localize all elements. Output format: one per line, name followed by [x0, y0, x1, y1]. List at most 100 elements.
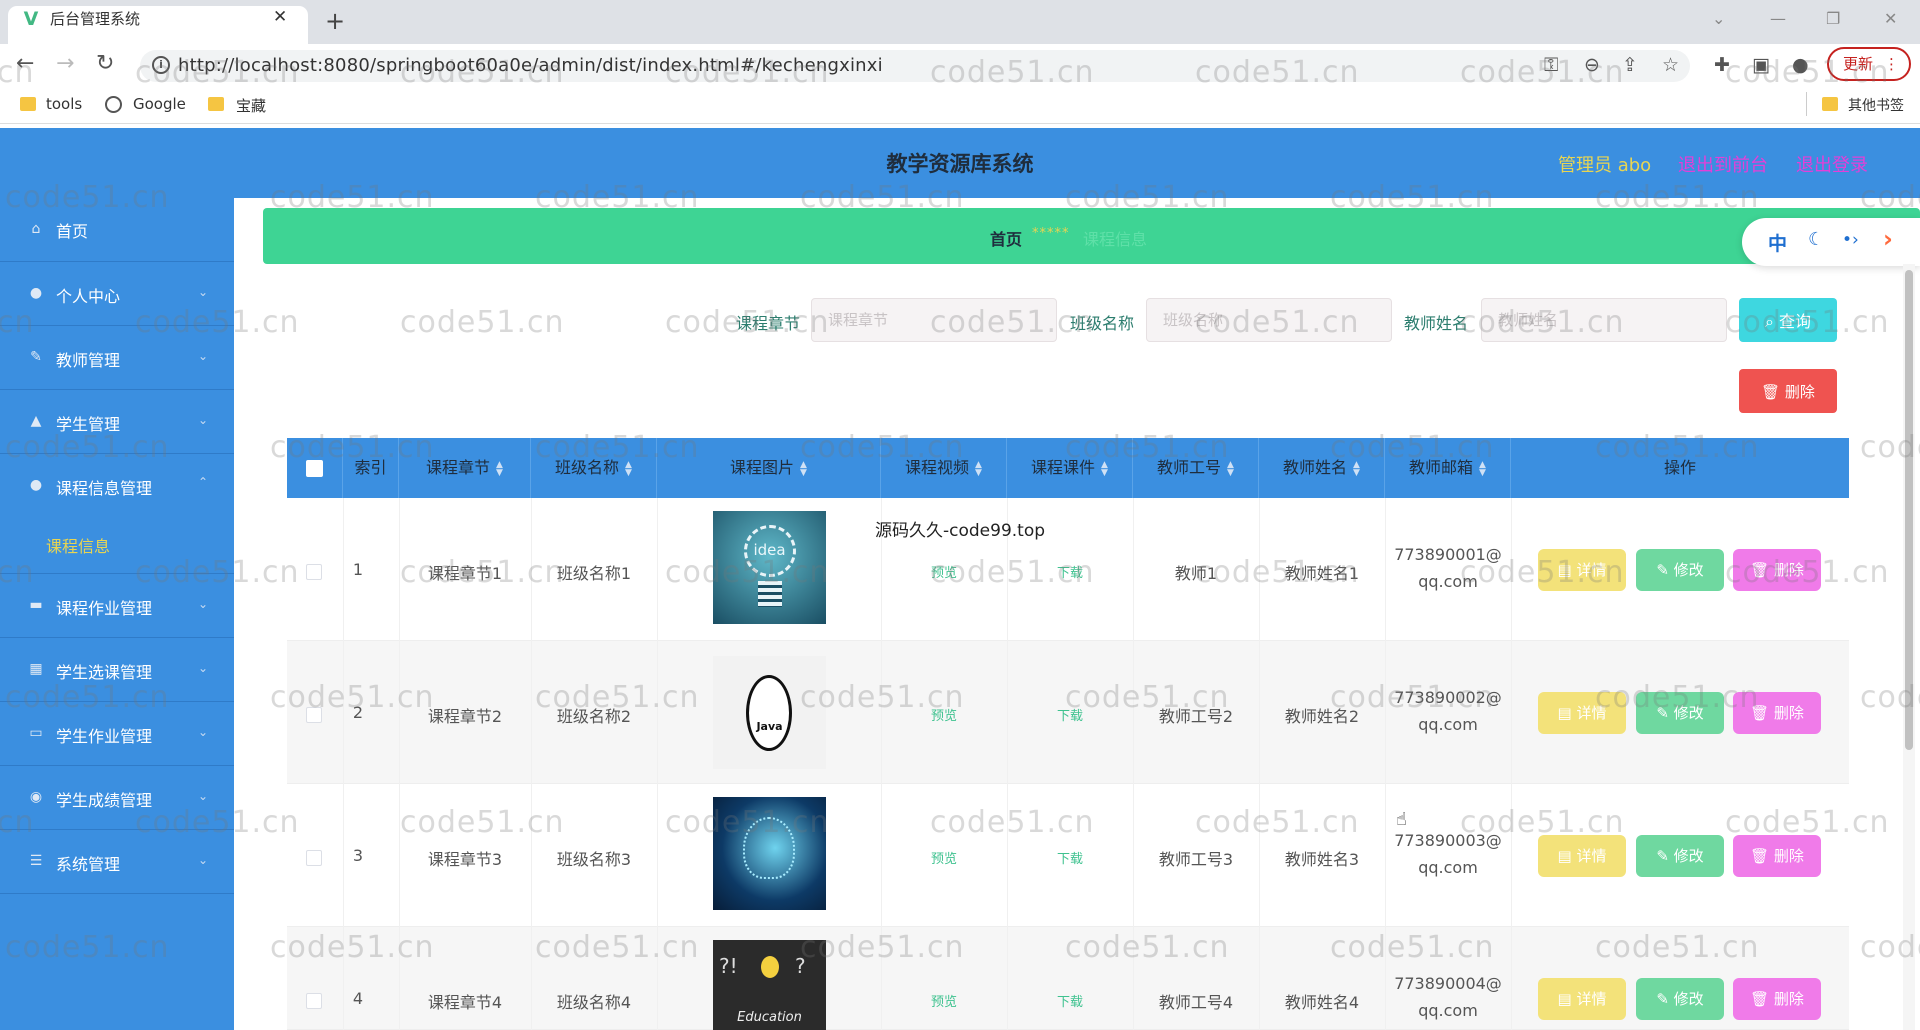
extensions-icon[interactable]: ✚: [1714, 54, 1730, 76]
teacher-search-input[interactable]: [1481, 298, 1727, 342]
close-tab-icon[interactable]: ✕: [273, 7, 287, 27]
sort-icon[interactable]: ▲ ▼: [1227, 460, 1234, 477]
cell-index: 3: [352, 846, 364, 865]
sort-icon[interactable]: ▲ ▼: [496, 460, 503, 477]
th-teacher-no[interactable]: 教师工号 ▲ ▼: [1133, 438, 1259, 498]
edit-button[interactable]: ✎ 修改: [1636, 692, 1724, 734]
update-label: 更新: [1843, 55, 1874, 73]
detail-button[interactable]: ▤ 详情: [1538, 835, 1626, 877]
bookmark-treasure[interactable]: 宝藏: [236, 95, 266, 116]
sort-icon[interactable]: ▲ ▼: [800, 460, 807, 477]
close-window-icon[interactable]: ✕: [1884, 9, 1897, 28]
delete-button[interactable]: 🗑 删除: [1733, 978, 1821, 1020]
video-preview-link[interactable]: 预览: [881, 562, 1007, 581]
cell-class: 班级名称3: [556, 850, 632, 869]
th-index: 索引: [343, 438, 399, 498]
bookmark-tools[interactable]: tools: [46, 95, 82, 113]
sidepanel-icon[interactable]: ▣: [1752, 54, 1770, 76]
user-icon: ●: [29, 477, 43, 493]
breadcrumb-current: 课程信息: [1083, 230, 1148, 249]
sort-icon[interactable]: ▲ ▼: [1101, 460, 1108, 477]
url-text[interactable]: http://localhost:8080/springboot60a0e/ad…: [178, 55, 883, 76]
courseware-download-link[interactable]: 下载: [1007, 562, 1133, 581]
student-icon: ▲: [30, 413, 42, 429]
th-video[interactable]: 课程视频 ▲ ▼: [881, 438, 1007, 498]
breadcrumb-home[interactable]: 首页: [990, 226, 1022, 250]
delete-button[interactable]: 🗑 删除: [1733, 835, 1821, 877]
chevron-down-icon: ⌄: [198, 853, 209, 867]
detail-button[interactable]: ▤ 详情: [1538, 978, 1626, 1020]
star-icon[interactable]: ☆: [1662, 54, 1679, 76]
question-icon: ?!: [719, 954, 738, 978]
pencil-icon: ✎: [1656, 847, 1674, 865]
forward-icon[interactable]: →: [56, 51, 74, 77]
bookmark-other[interactable]: 其他书签: [1848, 95, 1904, 115]
edit-button[interactable]: ✎ 修改: [1636, 549, 1724, 591]
detail-button[interactable]: ▤ 详情: [1538, 692, 1626, 734]
info-icon[interactable]: i: [152, 56, 170, 74]
sidebar-label: 教师管理: [56, 351, 121, 370]
courseware-download-link[interactable]: 下载: [1007, 991, 1133, 1010]
reload-icon[interactable]: ↻: [96, 51, 114, 77]
chapter-search-input[interactable]: [811, 298, 1057, 342]
cell-teacher-no: 教师工号3: [1158, 850, 1234, 869]
minimize-icon[interactable]: —: [1770, 9, 1786, 28]
profile-icon[interactable]: ●: [1792, 54, 1809, 76]
row-checkbox[interactable]: [306, 850, 322, 866]
row-checkbox[interactable]: [306, 564, 322, 580]
video-preview-link[interactable]: 预览: [881, 848, 1007, 867]
th-chapter[interactable]: 课程章节 ▲ ▼: [399, 438, 531, 498]
exit-to-front-link[interactable]: 退出到前台: [1678, 151, 1768, 177]
new-tab-icon[interactable]: +: [325, 8, 345, 34]
courseware-download-link[interactable]: 下载: [1007, 705, 1133, 724]
restore-icon[interactable]: ❐: [1826, 9, 1840, 28]
tab-search-icon[interactable]: ⌄: [1712, 9, 1725, 28]
query-button[interactable]: ⌕ 查询: [1739, 298, 1837, 342]
sort-icon[interactable]: ▲ ▼: [1353, 460, 1360, 477]
logout-link[interactable]: 退出登录: [1796, 151, 1868, 177]
sort-icon[interactable]: ▲ ▼: [625, 460, 632, 477]
scrollbar-thumb[interactable]: [1905, 270, 1913, 750]
cell-teacher-name: 教师姓名4: [1284, 993, 1360, 1012]
document-icon: ▤: [1557, 704, 1577, 722]
delete-button[interactable]: 🗑 删除: [1733, 692, 1821, 734]
sidebar-item-course-info-mgmt[interactable]: [0, 454, 234, 574]
th-image[interactable]: 课程图片 ▲ ▼: [657, 438, 881, 498]
th-courseware[interactable]: 课程课件 ▲ ▼: [1007, 438, 1133, 498]
folder-icon: [1822, 97, 1838, 111]
chevron-right-icon[interactable]: ›: [1883, 225, 1893, 253]
zoom-icon[interactable]: ⊖: [1584, 54, 1600, 76]
video-preview-link[interactable]: 预览: [881, 991, 1007, 1010]
cell-email-line1: 773890003@: [1394, 831, 1502, 850]
class-search-input[interactable]: [1146, 298, 1392, 342]
breadcrumb-separator: *****: [1032, 226, 1070, 241]
language-toggle[interactable]: 中: [1768, 229, 1787, 256]
sidebar-subitem-course-info[interactable]: 课程信息: [46, 533, 110, 557]
sort-icon[interactable]: ▲ ▼: [1479, 460, 1486, 477]
row-checkbox[interactable]: [306, 707, 322, 723]
cell-teacher-no: 教师工号4: [1158, 993, 1234, 1012]
back-icon[interactable]: ←: [16, 51, 34, 77]
update-button[interactable]: 更新 ⋮: [1827, 47, 1911, 81]
th-email[interactable]: 教师邮箱 ▲ ▼: [1385, 438, 1511, 498]
th-teacher-name[interactable]: 教师姓名 ▲ ▼: [1259, 438, 1385, 498]
edit-button[interactable]: ✎ 修改: [1636, 978, 1724, 1020]
courseware-download-link[interactable]: 下载: [1007, 848, 1133, 867]
row-checkbox[interactable]: [306, 993, 322, 1009]
th-class[interactable]: 班级名称 ▲ ▼: [531, 438, 657, 498]
sidebar-label: 个人中心: [56, 287, 121, 306]
edit-button[interactable]: ✎ 修改: [1636, 835, 1724, 877]
dots-icon[interactable]: •›: [1842, 230, 1859, 250]
admin-user: 管理员 abo: [1558, 155, 1652, 176]
video-preview-link[interactable]: 预览: [881, 705, 1007, 724]
sort-icon[interactable]: ▲ ▼: [975, 460, 982, 477]
cell-class: 班级名称2: [556, 707, 632, 726]
delete-button[interactable]: 🗑 删除: [1733, 549, 1821, 591]
bookmark-google[interactable]: Google: [133, 95, 186, 113]
detail-button[interactable]: ▤ 详情: [1538, 549, 1626, 591]
chevron-up-icon: ⌃: [198, 475, 209, 489]
key-icon[interactable]: ⚿: [1544, 54, 1558, 76]
batch-delete-button[interactable]: 🗑 删除: [1739, 369, 1837, 413]
moon-icon[interactable]: ☾: [1808, 229, 1824, 250]
share-icon[interactable]: ⇪: [1622, 54, 1638, 76]
